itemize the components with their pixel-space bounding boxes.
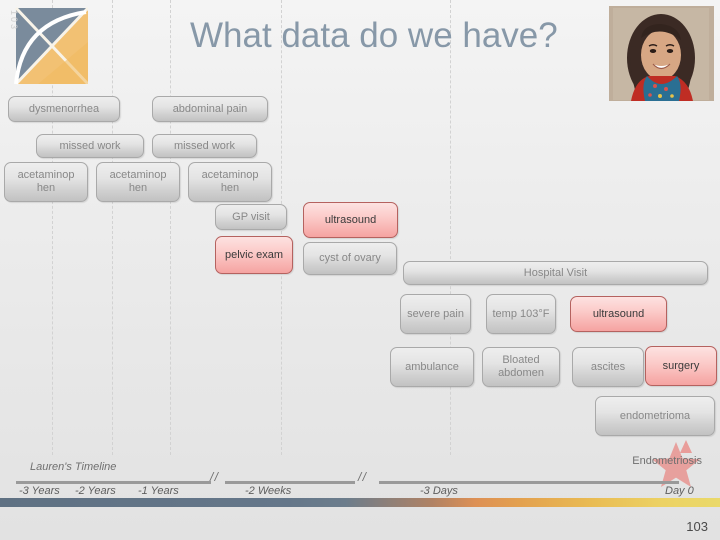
- timeline-axis-segment-0: [16, 481, 211, 484]
- timeline-node-label: cyst of ovary: [319, 252, 381, 264]
- timeline-node[interactable]: dysmenorrhea: [8, 96, 120, 122]
- slide-canvas: 103 What data do we have? dysmenorrhea a…: [0, 0, 720, 540]
- logo-graphic: [14, 6, 88, 86]
- logo-number: 103: [9, 10, 19, 32]
- timeline-node[interactable]: ultrasound: [570, 296, 667, 332]
- timeline-node-label: endometrioma: [619, 409, 691, 422]
- timeline-node-label: acetaminop hen: [201, 169, 259, 194]
- timeline-node[interactable]: temp 103°F: [486, 294, 556, 334]
- timeline-node[interactable]: cyst of ovary: [303, 242, 397, 275]
- timeline-tick-label: Day 0: [665, 485, 694, 497]
- timeline-axis-segment-1: [225, 481, 355, 484]
- timeline-node-label: acetaminop hen: [109, 169, 167, 194]
- timeline-tick-label: -1 Years: [138, 485, 179, 497]
- timeline-node[interactable]: Bloated abdomen: [482, 347, 560, 387]
- timeline-owner-label: Lauren's Timeline: [30, 461, 117, 473]
- timeline-tick-label: -2 Weeks: [245, 485, 292, 497]
- timeline-tick-label: -2 Years: [75, 485, 116, 497]
- timeline-node-label: temp 103°F: [492, 307, 550, 320]
- timeline-node-label: surgery: [662, 359, 700, 372]
- timeline-node[interactable]: endometrioma: [595, 396, 715, 436]
- timeline-node-label: missed work: [173, 139, 236, 152]
- timeline-node-label: severe pain: [407, 307, 464, 320]
- timeline-node-label: pelvic exam: [224, 248, 284, 261]
- timeline-node-label: dysmenorrhea: [28, 102, 100, 115]
- timeline-node[interactable]: acetaminop hen: [4, 162, 88, 202]
- presentation-logo: 103: [8, 6, 88, 88]
- timeline-node[interactable]: pelvic exam: [215, 236, 293, 274]
- timeline-node-label: acetaminop hen: [17, 169, 75, 194]
- patient-photo: [609, 6, 714, 101]
- timeline-node-label: ascites: [590, 360, 626, 373]
- timeline-tick-label: -3 Years: [19, 485, 60, 497]
- timeline-node[interactable]: GP visit: [215, 204, 287, 230]
- page-number: 103: [686, 519, 708, 534]
- timeline-node-label: missed work: [59, 139, 121, 152]
- timeline-node[interactable]: severe pain: [400, 294, 471, 334]
- timeline-node[interactable]: missed work: [36, 134, 144, 158]
- timeline-node[interactable]: Hospital Visit: [403, 261, 708, 285]
- timeline-axis-segment-2: [379, 481, 679, 484]
- gridline-1: [112, 0, 113, 455]
- timeline-node[interactable]: surgery: [645, 346, 717, 386]
- timeline-node[interactable]: ascites: [572, 347, 644, 387]
- patient-photo-image: [609, 6, 714, 101]
- timeline-node[interactable]: abdominal pain: [152, 96, 268, 122]
- timeline-node-label: Bloated abdomen: [498, 354, 544, 379]
- timeline-node[interactable]: acetaminop hen: [188, 162, 272, 202]
- endometriosis-label: Endometriosis: [632, 455, 702, 467]
- timeline-node-label: ultrasound: [592, 307, 645, 320]
- timeline-node[interactable]: acetaminop hen: [96, 162, 180, 202]
- timeline-break-marker-0: / /: [210, 470, 218, 484]
- timeline-node[interactable]: ambulance: [390, 347, 474, 387]
- footer-accent-bar: [0, 498, 720, 507]
- timeline-node[interactable]: ultrasound: [303, 202, 398, 238]
- gridline-2: [170, 0, 171, 455]
- timeline-node-label: ambulance: [405, 360, 459, 373]
- page-title: What data do we have?: [190, 16, 558, 55]
- timeline-node-label: Hospital Visit: [523, 266, 588, 279]
- timeline-node-label: ultrasound: [324, 213, 377, 226]
- timeline-node-label: GP visit: [232, 210, 270, 223]
- timeline-break-marker-1: / /: [358, 470, 366, 484]
- timeline-node-label: abdominal pain: [172, 102, 248, 115]
- timeline-tick-label: -3 Days: [420, 485, 458, 497]
- timeline-node[interactable]: missed work: [152, 134, 257, 158]
